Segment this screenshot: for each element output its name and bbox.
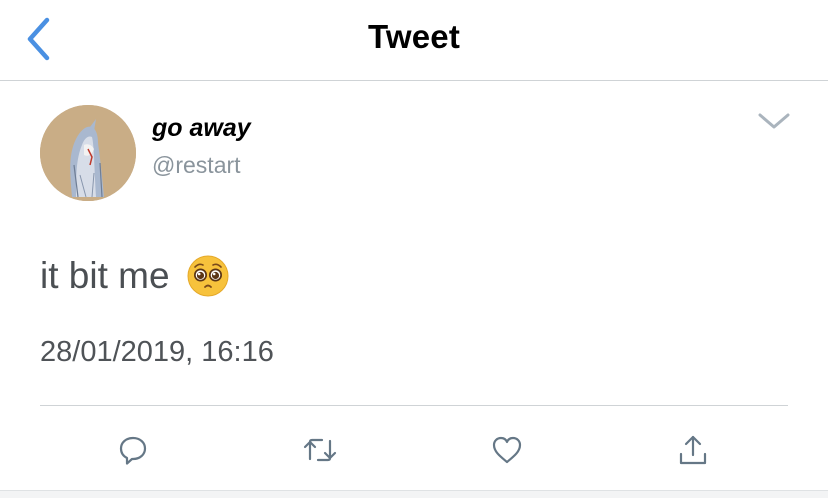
divider: [40, 405, 788, 406]
tweet-body: it bit me: [40, 254, 230, 298]
share-button[interactable]: [671, 428, 715, 472]
tweet-text: it bit me: [40, 255, 170, 296]
nav-bar: Tweet: [0, 0, 828, 81]
share-icon: [679, 435, 707, 465]
page-title: Tweet: [367, 18, 461, 55]
reply-icon: [119, 436, 147, 465]
bottom-separator: [0, 490, 828, 498]
heart-icon: [492, 436, 522, 464]
chevron-down-icon: [758, 113, 790, 129]
retweet-button[interactable]: [298, 428, 342, 472]
retweet-icon: [303, 438, 337, 462]
tweet-timestamp: 28/01/2019, 16:16: [40, 336, 274, 368]
avatar[interactable]: [40, 105, 136, 201]
pleading-face-emoji-icon: [187, 255, 229, 297]
reply-button[interactable]: [111, 428, 155, 472]
like-button[interactable]: [485, 428, 529, 472]
avatar-image: [40, 105, 136, 201]
user-handle[interactable]: @restart: [152, 152, 241, 179]
more-options-button[interactable]: [752, 106, 796, 136]
display-name[interactable]: go away: [152, 114, 251, 143]
